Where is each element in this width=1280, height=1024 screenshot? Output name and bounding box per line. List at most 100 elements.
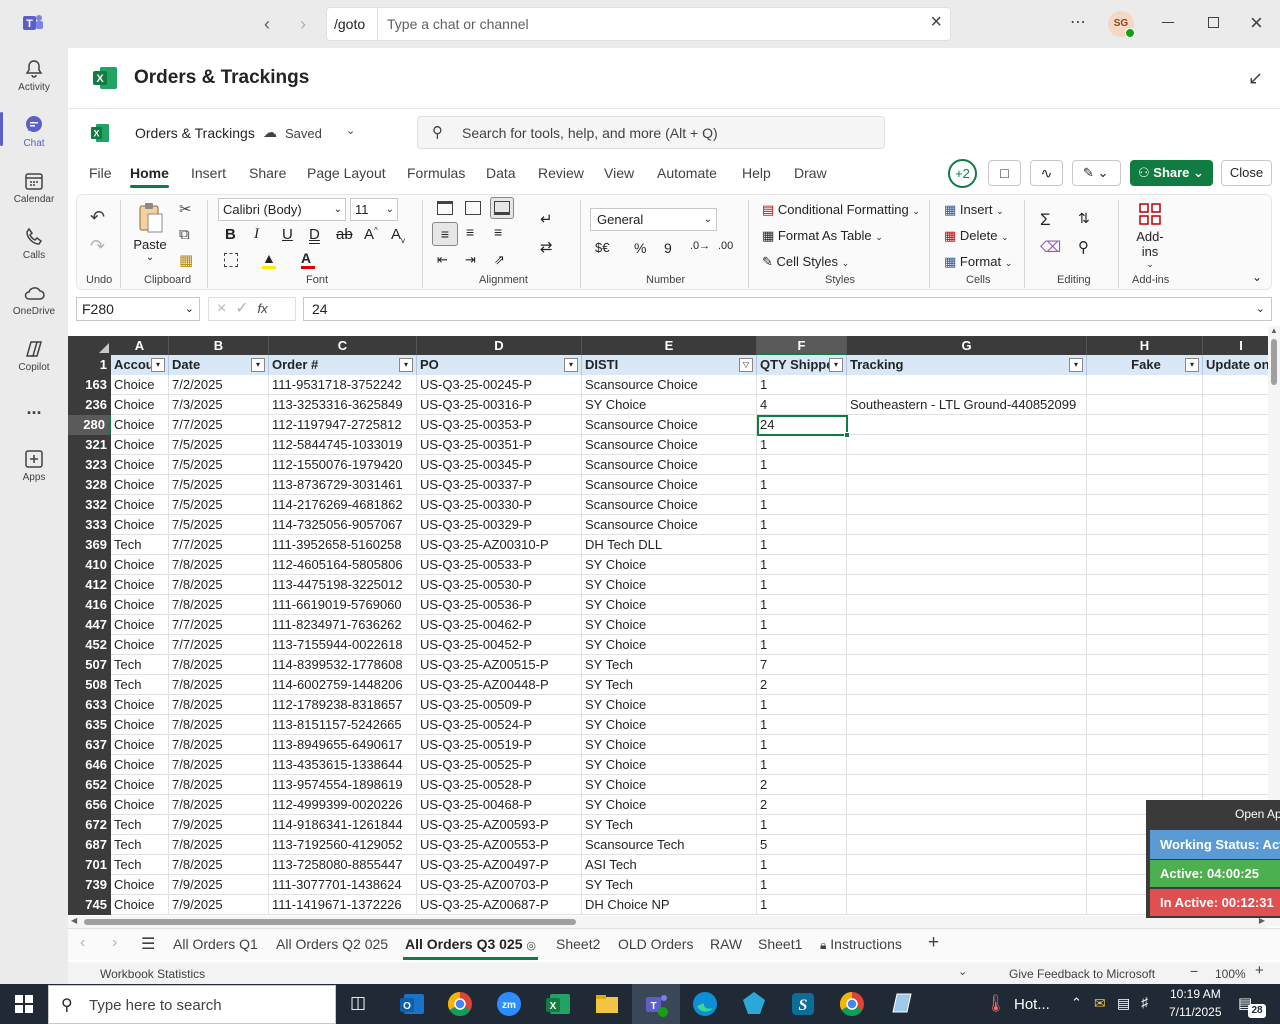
table-cell-c[interactable]: 111-6619019-5769060 bbox=[269, 595, 417, 615]
table-cell-d[interactable]: US-Q3-25-00337-P bbox=[417, 475, 582, 495]
table-cell-c[interactable]: 111-3077701-1438624 bbox=[269, 875, 417, 895]
table-header-cell[interactable]: DISTI ▽ bbox=[582, 355, 757, 375]
tray-chevron-up-icon[interactable]: ⌃ bbox=[1071, 995, 1082, 1011]
table-cell-d[interactable]: US-Q3-25-00329-P bbox=[417, 515, 582, 535]
table-cell-g[interactable] bbox=[847, 695, 1087, 715]
row-number[interactable]: 508 bbox=[68, 675, 111, 695]
tab-page-layout[interactable]: Page Layout bbox=[307, 165, 386, 181]
row-number[interactable]: 447 bbox=[68, 615, 111, 635]
delete-cells-button[interactable]: ▦ Delete ⌄ bbox=[944, 228, 1009, 244]
table-cell-b[interactable]: 7/8/2025 bbox=[169, 695, 269, 715]
edge-icon[interactable] bbox=[689, 988, 721, 1020]
scroll-up-icon[interactable]: ▲ bbox=[1268, 326, 1280, 335]
table-cell-f[interactable]: 7 bbox=[757, 655, 847, 675]
sheet-tab-all-orders-q2[interactable]: All Orders Q2 025 bbox=[276, 936, 388, 952]
table-cell-b[interactable]: 7/7/2025 bbox=[169, 635, 269, 655]
row-number[interactable]: 635 bbox=[68, 715, 111, 735]
window-close-icon[interactable]: × bbox=[1250, 10, 1263, 36]
table-cell-e[interactable]: Scansource Choice bbox=[582, 455, 757, 475]
find-icon[interactable]: ⚲ bbox=[1078, 238, 1089, 256]
table-cell-f[interactable]: 1 bbox=[757, 455, 847, 475]
table-cell-empty[interactable] bbox=[1087, 475, 1203, 495]
table-cell-b[interactable]: 7/3/2025 bbox=[169, 395, 269, 415]
strikethrough-icon[interactable]: ab bbox=[336, 226, 353, 243]
redo-icon[interactable]: ↷ bbox=[90, 236, 105, 257]
table-cell-f[interactable]: 1 bbox=[757, 535, 847, 555]
collaborators-badge[interactable]: +2 bbox=[948, 159, 977, 188]
feedback-link[interactable]: Give Feedback to Microsoft bbox=[1009, 967, 1155, 981]
table-cell-a[interactable]: Tech bbox=[111, 835, 169, 855]
table-cell-b[interactable]: 7/8/2025 bbox=[169, 655, 269, 675]
table-cell-e[interactable]: ASI Tech bbox=[582, 855, 757, 875]
subscript-icon[interactable]: Av bbox=[391, 226, 405, 245]
table-cell-c[interactable]: 111-3952658-5160258 bbox=[269, 535, 417, 555]
row-number[interactable]: 452 bbox=[68, 635, 111, 655]
table-cell-d[interactable]: US-Q3-25-AZ00310-P bbox=[417, 535, 582, 555]
table-header-cell[interactable]: Tracking ▾ bbox=[847, 355, 1087, 375]
filter-dropdown-icon[interactable]: ▾ bbox=[399, 358, 413, 372]
share-button[interactable]: ⚇ Share ⌄ bbox=[1130, 160, 1213, 186]
table-cell-empty[interactable] bbox=[1087, 635, 1203, 655]
table-cell-a[interactable]: Choice bbox=[111, 395, 169, 415]
table-cell-c[interactable]: 111-1419671-1372226 bbox=[269, 895, 417, 915]
bottom-align-icon[interactable] bbox=[490, 197, 514, 219]
double-underline-icon[interactable]: D bbox=[309, 226, 320, 243]
table-cell-empty[interactable] bbox=[1087, 435, 1203, 455]
table-cell-c[interactable]: 113-4353615-1338644 bbox=[269, 755, 417, 775]
table-cell-e[interactable]: Scansource Choice bbox=[582, 415, 757, 435]
tools-search-input[interactable]: Search for tools, help, and more (Alt + … bbox=[462, 125, 718, 141]
table-cell-e[interactable]: SY Choice bbox=[582, 695, 757, 715]
format-as-table-button[interactable]: ▦ Format As Table ⌄ bbox=[762, 228, 883, 244]
cancel-entry-icon[interactable]: × bbox=[217, 300, 226, 317]
align-right-icon[interactable]: ≡ bbox=[494, 224, 502, 240]
merge-center-icon[interactable]: ⇄ bbox=[540, 238, 553, 256]
tab-automate[interactable]: Automate bbox=[657, 165, 717, 181]
row-number[interactable]: 672 bbox=[68, 815, 111, 835]
table-cell-c[interactable]: 113-8151157-5242665 bbox=[269, 715, 417, 735]
task-view-icon[interactable]: ◫ bbox=[350, 993, 366, 1013]
table-cell-empty[interactable] bbox=[1087, 735, 1203, 755]
table-cell-e[interactable]: SY Tech bbox=[582, 815, 757, 835]
vertical-scroll-thumb[interactable] bbox=[1271, 339, 1277, 385]
table-header-cell[interactable]: Date ▾ bbox=[169, 355, 269, 375]
table-cell-e[interactable]: DH Tech DLL bbox=[582, 535, 757, 555]
conditional-formatting-button[interactable]: ▤ Conditional Formatting ⌄ bbox=[762, 202, 920, 218]
all-sheets-menu-icon[interactable]: ☰ bbox=[141, 934, 155, 954]
saved-status[interactable]: Saved bbox=[285, 126, 322, 141]
tab-insert[interactable]: Insert bbox=[191, 165, 226, 181]
tab-formulas[interactable]: Formulas bbox=[407, 165, 465, 181]
table-cell-d[interactable]: US-Q3-25-00316-P bbox=[417, 395, 582, 415]
table-cell-d[interactable]: US-Q3-25-AZ00593-P bbox=[417, 815, 582, 835]
table-cell-e[interactable]: Scansource Choice bbox=[582, 435, 757, 455]
rail-more[interactable]: ... bbox=[0, 398, 68, 419]
restore-icon[interactable] bbox=[1208, 17, 1219, 28]
table-cell-empty[interactable] bbox=[1087, 715, 1203, 735]
notes-app-icon[interactable] bbox=[885, 988, 917, 1020]
sort-filter-icon[interactable]: ⇅ bbox=[1078, 210, 1090, 227]
decrease-indent-icon[interactable]: ⇤ bbox=[437, 252, 448, 268]
rail-onedrive[interactable]: OneDrive bbox=[0, 282, 68, 317]
table-cell-g[interactable] bbox=[847, 515, 1087, 535]
table-cell-c[interactable]: 114-9186341-1261844 bbox=[269, 815, 417, 835]
table-header-cell[interactable]: PO ▾ bbox=[417, 355, 582, 375]
tools-search-box[interactable]: ⚲ Search for tools, help, and more (Alt … bbox=[417, 116, 885, 149]
table-cell-a[interactable]: Choice bbox=[111, 575, 169, 595]
filter-dropdown-icon[interactable]: ▾ bbox=[251, 358, 265, 372]
superscript-icon[interactable]: A^ bbox=[364, 226, 378, 243]
table-cell-g[interactable] bbox=[847, 715, 1087, 735]
table-cell-g[interactable] bbox=[847, 875, 1087, 895]
table-cell-g[interactable] bbox=[847, 535, 1087, 555]
table-cell-g[interactable] bbox=[847, 755, 1087, 775]
column-header-g[interactable]: G bbox=[847, 336, 1087, 355]
table-cell-a[interactable]: Choice bbox=[111, 455, 169, 475]
table-cell-empty[interactable] bbox=[1087, 535, 1203, 555]
rail-activity[interactable]: Activity bbox=[0, 58, 68, 93]
table-cell-b[interactable]: 7/8/2025 bbox=[169, 795, 269, 815]
copy-icon[interactable]: ⧉ bbox=[179, 226, 190, 243]
table-cell-b[interactable]: 7/5/2025 bbox=[169, 435, 269, 455]
back-arrow-icon[interactable]: ‹ bbox=[264, 14, 270, 35]
table-cell-b[interactable]: 7/5/2025 bbox=[169, 475, 269, 495]
weather-text[interactable]: Hot... bbox=[1014, 996, 1050, 1013]
table-cell-a[interactable]: Choice bbox=[111, 435, 169, 455]
table-cell-d[interactable]: US-Q3-25-00530-P bbox=[417, 575, 582, 595]
